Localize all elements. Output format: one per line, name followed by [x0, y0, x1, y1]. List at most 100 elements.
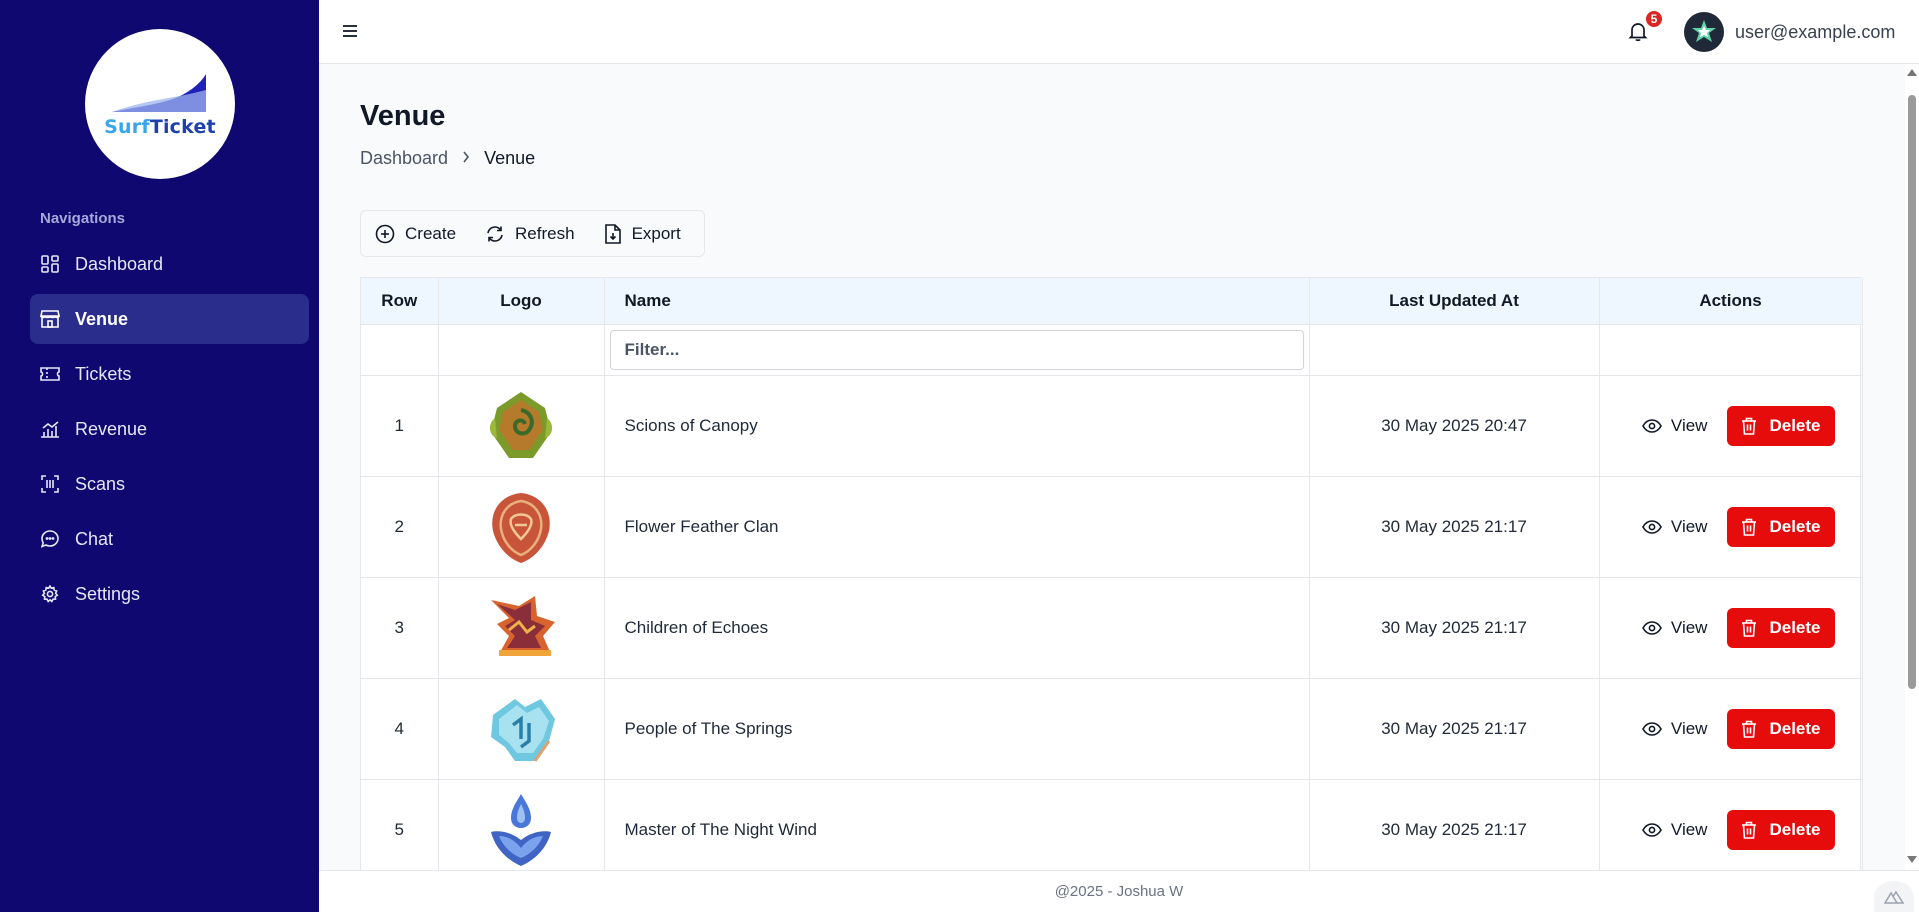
refresh-label: Refresh: [515, 223, 575, 243]
view-button[interactable]: View: [1642, 819, 1708, 840]
table-row: 5 Master of The Night Wind 30 May 2025 2…: [361, 779, 1863, 870]
trash-icon: [1742, 720, 1757, 738]
eye-icon: [1642, 822, 1662, 837]
view-label: View: [1670, 617, 1708, 637]
table-row: 1 Scions of Canopy 30 May 2025 20:47 Vie…: [361, 375, 1863, 477]
export-button[interactable]: Export: [604, 224, 681, 244]
column-header-logo[interactable]: Logo: [438, 278, 605, 325]
venue-name: Children of Echoes: [604, 577, 1310, 679]
brand-logo[interactable]: SurfTicket: [85, 29, 235, 179]
delete-button[interactable]: Delete: [1727, 708, 1835, 749]
row-number: 4: [361, 678, 439, 780]
delete-label: Delete: [1769, 617, 1821, 637]
filter-cell: [438, 324, 605, 376]
delete-button[interactable]: Delete: [1727, 809, 1835, 850]
row-number: 5: [361, 779, 439, 870]
store-icon: [40, 309, 60, 329]
venue-name: People of The Springs: [604, 678, 1310, 780]
sidebar-item-label: Tickets: [75, 363, 132, 384]
name-filter-input[interactable]: [609, 329, 1304, 370]
scions-of-canopy-emblem: [489, 391, 553, 458]
create-button[interactable]: Create: [375, 224, 456, 244]
table-row: 2 Flower Feather Clan 30 May 2025 21:17: [361, 476, 1863, 578]
refresh-button[interactable]: Refresh: [485, 224, 575, 244]
sidebar-item-label: Venue: [75, 308, 129, 329]
gear-icon: [40, 584, 60, 604]
view-label: View: [1670, 819, 1708, 839]
delete-button[interactable]: Delete: [1727, 405, 1835, 446]
sidebar-item-settings[interactable]: Settings: [30, 569, 309, 619]
plus-circle-icon: [375, 224, 395, 243]
view-label: View: [1670, 516, 1708, 536]
eye-icon: [1642, 519, 1662, 534]
flower-feather-clan-emblem: [492, 492, 550, 563]
filter-cell: [604, 324, 1310, 376]
scroll-down-arrow-icon[interactable]: [1907, 856, 1917, 863]
eye-icon: [1642, 620, 1662, 635]
main-content: Venue Dashboard Venue Create Refresh Exp…: [319, 64, 1905, 870]
venue-name: Master of The Night Wind: [604, 779, 1310, 870]
table-toolbar: Create Refresh Export: [360, 210, 705, 257]
people-of-the-springs-emblem: [491, 698, 555, 762]
venue-name: Scions of Canopy: [604, 375, 1310, 477]
row-number: 1: [361, 375, 439, 477]
sidebar: SurfTicket Navigations Dashboard Venue T…: [0, 0, 319, 912]
chevron-right-icon: [462, 150, 470, 168]
table-row: 4 People of The Springs 30 May 2025 21:1…: [361, 678, 1863, 780]
delete-label: Delete: [1769, 516, 1821, 536]
column-header-name[interactable]: Name: [604, 278, 1310, 325]
file-export-icon: [604, 223, 621, 244]
sidebar-item-label: Settings: [75, 583, 141, 604]
top-header: 5 user@example.com: [319, 0, 1919, 64]
view-button[interactable]: View: [1642, 719, 1707, 739]
last-updated: 30 May 2025 21:17: [1309, 779, 1600, 870]
chat-icon: [40, 529, 60, 549]
delete-button[interactable]: Delete: [1727, 607, 1835, 648]
actions-cell: View Delete: [1599, 577, 1863, 679]
scan-icon: [40, 474, 60, 494]
sidebar-item-chat[interactable]: Chat: [30, 514, 309, 564]
view-button[interactable]: View: [1642, 516, 1708, 537]
last-updated: 30 May 2025 21:17: [1309, 476, 1600, 578]
scrollbar-thumb[interactable]: [1908, 95, 1916, 689]
sidebar-item-label: Dashboard: [75, 253, 164, 274]
scroll-up-arrow-icon[interactable]: [1907, 69, 1917, 76]
column-header-updated[interactable]: Last Updated At: [1309, 278, 1600, 325]
view-button[interactable]: View: [1642, 416, 1707, 436]
sidebar-item-dashboard[interactable]: Dashboard: [30, 239, 309, 289]
actions-cell: View Delete: [1599, 678, 1863, 780]
delete-label: Delete: [1769, 415, 1821, 435]
master-of-the-night-wind-emblem: [491, 793, 551, 866]
refresh-icon: [487, 225, 503, 242]
actions-cell: View Delete: [1599, 375, 1863, 477]
user-email[interactable]: user@example.com: [1735, 22, 1895, 43]
table-row: 3 Children of Echoes 30 May 2025 21:17 V…: [361, 577, 1863, 679]
avatar[interactable]: [1684, 12, 1724, 52]
sidebar-item-revenue[interactable]: Revenue: [30, 404, 309, 454]
vertical-scrollbar[interactable]: [1905, 64, 1919, 870]
last-updated: 30 May 2025 21:17: [1309, 577, 1600, 679]
menu-toggle-icon[interactable]: [341, 22, 359, 40]
logo-cell: [438, 577, 605, 679]
logo-cell: [438, 476, 605, 578]
dashboard-icon: [40, 254, 60, 274]
logo-cell: [438, 375, 605, 477]
view-button[interactable]: View: [1642, 617, 1708, 638]
sidebar-item-label: Scans: [75, 473, 126, 494]
logo-cell: [438, 779, 605, 870]
brand-name: SurfTicket: [104, 116, 216, 138]
filter-cell: [361, 324, 439, 376]
actions-cell: View Delete: [1599, 779, 1863, 870]
breadcrumb-dashboard-link[interactable]: Dashboard: [360, 148, 448, 169]
sidebar-item-scans[interactable]: Scans: [30, 459, 309, 509]
column-header-row[interactable]: Row: [361, 278, 439, 325]
sidebar-nav: Dashboard Venue Tickets Revenue Scans Ch…: [30, 239, 309, 624]
delete-button[interactable]: Delete: [1727, 506, 1835, 547]
trash-icon: [1742, 619, 1757, 637]
breadcrumb: Dashboard Venue: [360, 148, 535, 169]
sidebar-item-tickets[interactable]: Tickets: [30, 349, 309, 399]
sidebar-item-venue[interactable]: Venue: [30, 294, 309, 344]
nuxt-devtools-icon[interactable]: [1874, 881, 1914, 912]
sidebar-item-label: Revenue: [75, 418, 148, 439]
delete-label: Delete: [1769, 718, 1821, 738]
